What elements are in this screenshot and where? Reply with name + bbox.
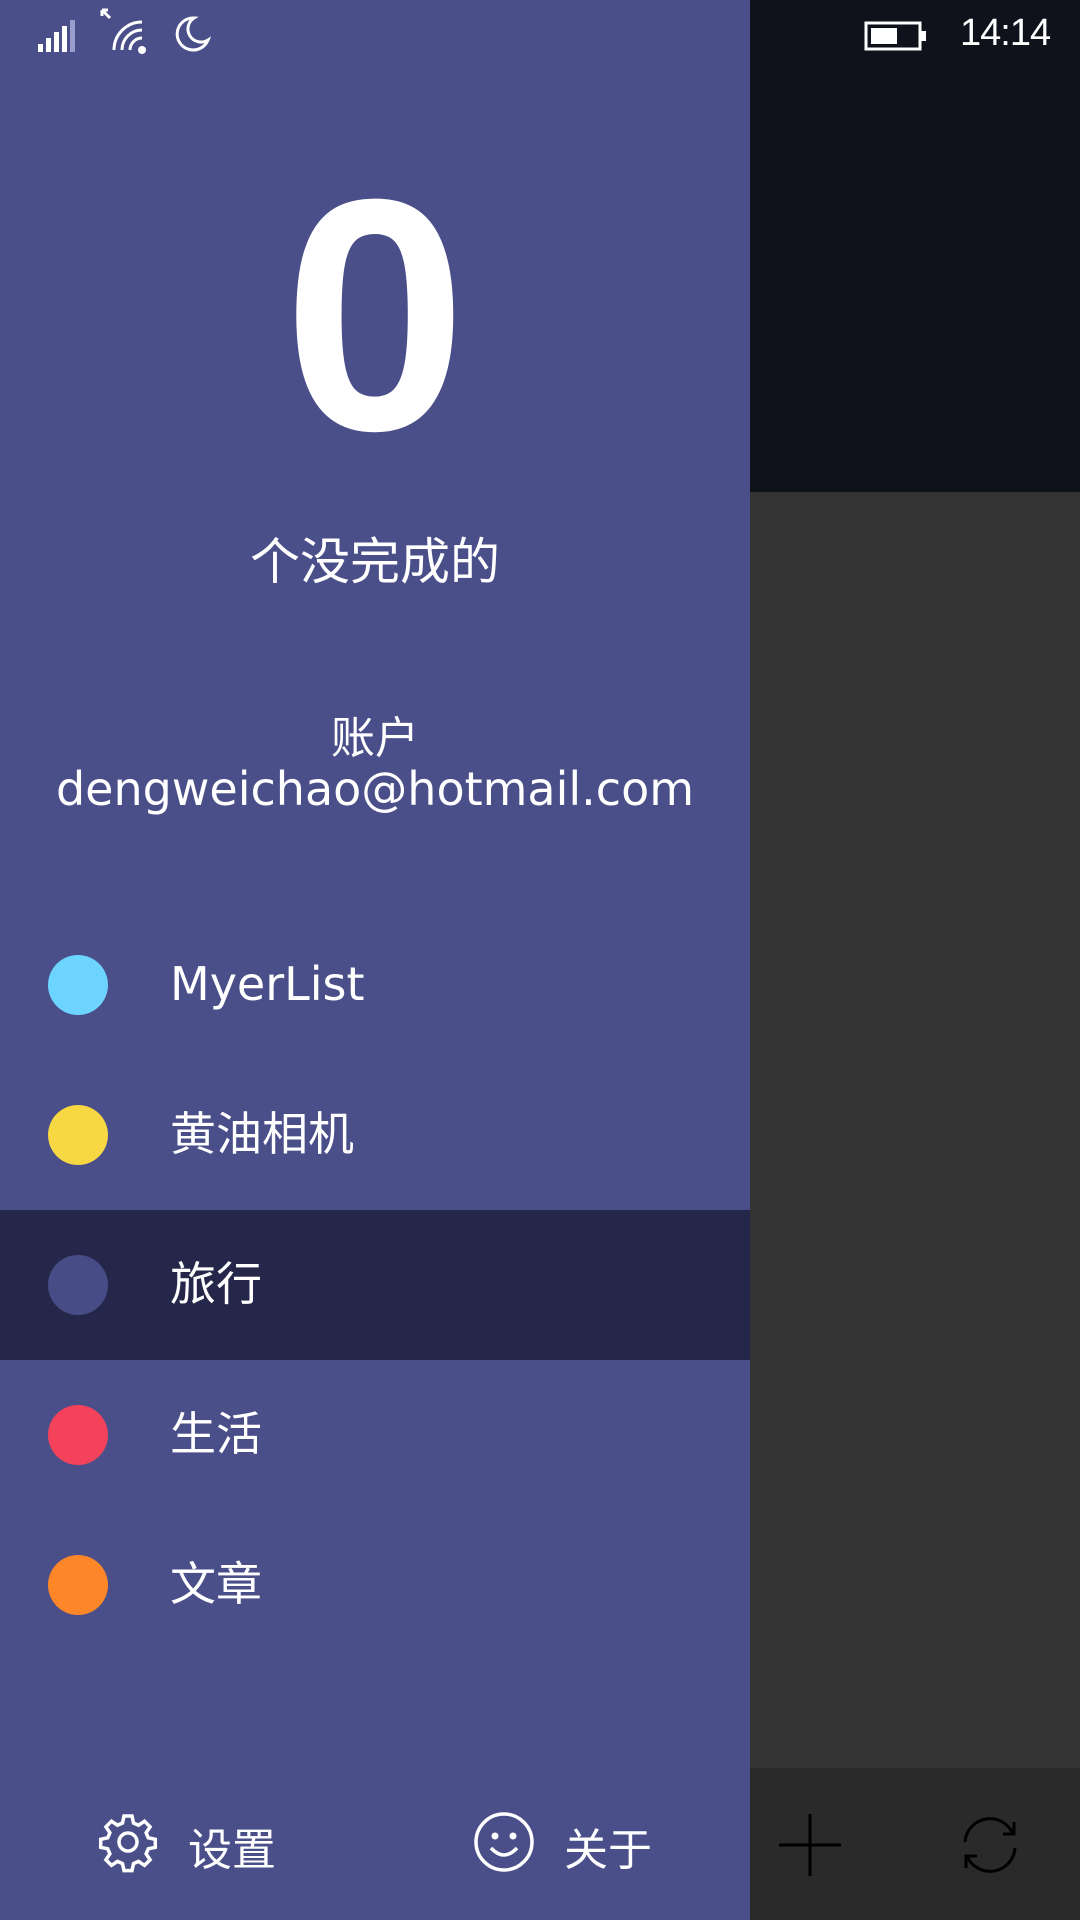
add-icon[interactable] — [775, 1810, 845, 1880]
list-item-butter-camera[interactable]: 黄油相机 — [0, 1060, 750, 1210]
settings-button[interactable]: 设置 — [96, 1800, 316, 1890]
list-item-label: 黄油相机 — [170, 1107, 354, 1161]
gear-icon — [98, 1814, 158, 1873]
list-item-myerlist[interactable]: MyerList — [0, 910, 750, 1060]
list-item-life[interactable]: 生活 — [0, 1360, 750, 1510]
status-bar: 14:14 — [0, 0, 1080, 70]
about-button[interactable]: 关于 — [472, 1800, 692, 1890]
list-item-label: 文章 — [170, 1557, 262, 1611]
settings-label: 设置 — [188, 1825, 276, 1876]
list-item-articles[interactable]: 文章 — [0, 1510, 750, 1660]
list-color-dot — [48, 1255, 108, 1315]
list-color-dot — [48, 1105, 108, 1165]
list-item-label: 生活 — [170, 1407, 262, 1461]
list-item-label: 旅行 — [170, 1257, 262, 1311]
battery-icon — [864, 21, 926, 51]
list-color-dot — [48, 1555, 108, 1615]
list-item-label: MyerList — [170, 957, 365, 1011]
incomplete-count: 0 — [283, 130, 467, 499]
navigation-drawer: 0 个没完成的 账户 dengweichao@hotmail.com MyerL… — [0, 0, 750, 1920]
moon-icon — [175, 16, 212, 52]
list-color-dot — [48, 955, 108, 1015]
list-color-dot — [48, 1405, 108, 1465]
signal-icon — [38, 20, 75, 52]
smiley-icon — [474, 1812, 534, 1872]
wifi-icon — [100, 8, 146, 54]
account-label: 账户 — [331, 713, 419, 764]
incomplete-count-label: 个没完成的 — [250, 533, 500, 591]
list-item-travel[interactable]: 旅行 — [0, 1210, 750, 1360]
about-label: 关于 — [564, 1825, 652, 1876]
sync-icon[interactable] — [955, 1810, 1025, 1880]
account-email[interactable]: dengweichao@hotmail.com — [0, 762, 750, 816]
status-time: 14:14 — [960, 12, 1051, 54]
